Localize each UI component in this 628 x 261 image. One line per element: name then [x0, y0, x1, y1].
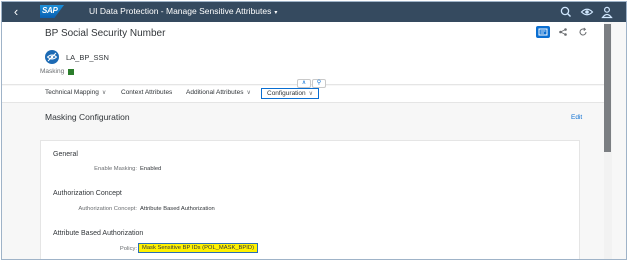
tab-label: Context Attributes — [121, 89, 173, 96]
edit-button[interactable]: Edit — [571, 114, 582, 121]
refresh-icon[interactable] — [576, 26, 590, 38]
authorization-concept-label: Authorization Concept: — [78, 206, 137, 212]
chevron-down-icon: ∨ — [308, 91, 314, 97]
tab-technical-mapping[interactable]: Technical Mapping ∨ — [45, 89, 106, 96]
object-subtitle: LA_BP_SSN — [66, 53, 109, 62]
app-window: ‹ SAP UI Data Protection - Manage Sensit… — [1, 1, 627, 260]
object-header: BP Social Security Number LA_BP_SSN Mask… — [2, 22, 604, 85]
tab-label: Technical Mapping — [45, 89, 99, 96]
masking-status: Masking — [40, 68, 75, 75]
masking-label: Masking — [40, 68, 65, 75]
masking-status-indicator — [68, 68, 75, 75]
tab-label: Additional Attributes — [186, 89, 244, 96]
tab-additional-attributes[interactable]: Additional Attributes ∨ — [186, 89, 251, 96]
masking-config-form: General Enable Masking: Enabled Authoriz… — [40, 140, 580, 259]
back-icon[interactable]: ‹ — [8, 4, 24, 20]
collapse-header-button[interactable]: ∧ — [297, 79, 311, 88]
tab-context-attributes[interactable]: Context Attributes — [121, 89, 172, 96]
scrollbar-thumb[interactable] — [604, 24, 611, 152]
group-title-general: General — [53, 151, 78, 158]
search-icon[interactable] — [559, 5, 573, 19]
logo-text: SAP — [42, 6, 58, 15]
tab-configuration[interactable]: Configuration ∨ — [261, 88, 320, 99]
group-title-authorization: Authorization Concept — [53, 190, 122, 197]
user-icon[interactable] — [600, 5, 614, 19]
share-icon[interactable] — [556, 26, 570, 38]
sap-logo[interactable]: SAP — [40, 5, 64, 18]
app-title-text: UI Data Protection - Manage Sensitive At… — [89, 6, 272, 16]
eye-icon[interactable] — [580, 5, 594, 19]
object-title: BP Social Security Number — [45, 28, 166, 39]
chevron-down-icon: ▾ — [274, 10, 278, 16]
enable-masking-label: Enable Masking: — [94, 166, 137, 172]
edit-mode-icon[interactable] — [536, 26, 550, 38]
enable-masking-value: Enabled — [140, 166, 162, 172]
anchor-bar: Technical Mapping ∨ Context Attributes Ad… — [2, 86, 604, 103]
group-title-attribute-based: Attribute Based Authorization — [53, 230, 144, 237]
policy-value[interactable]: Mask Sensitive BP IDs (POL_MASK_BPID) — [138, 243, 259, 253]
right-gutter — [612, 22, 626, 259]
pin-header-button[interactable]: ⚲ — [312, 79, 326, 88]
chevron-down-icon: ∨ — [101, 90, 107, 96]
shell-bar: ‹ SAP UI Data Protection - Manage Sensit… — [2, 2, 626, 22]
section-title: Masking Configuration — [45, 112, 130, 122]
policy-label: Policy: — [119, 246, 137, 252]
header-actions — [536, 26, 590, 38]
header-collapse-controls: ∧ ⚲ — [297, 79, 326, 88]
app-title[interactable]: UI Data Protection - Manage Sensitive At… — [89, 6, 277, 16]
masking-avatar-icon — [45, 50, 59, 64]
authorization-concept-value: Attribute Based Authorization — [140, 206, 215, 212]
tab-label: Configuration — [267, 90, 306, 97]
chevron-down-icon: ∨ — [246, 90, 251, 96]
